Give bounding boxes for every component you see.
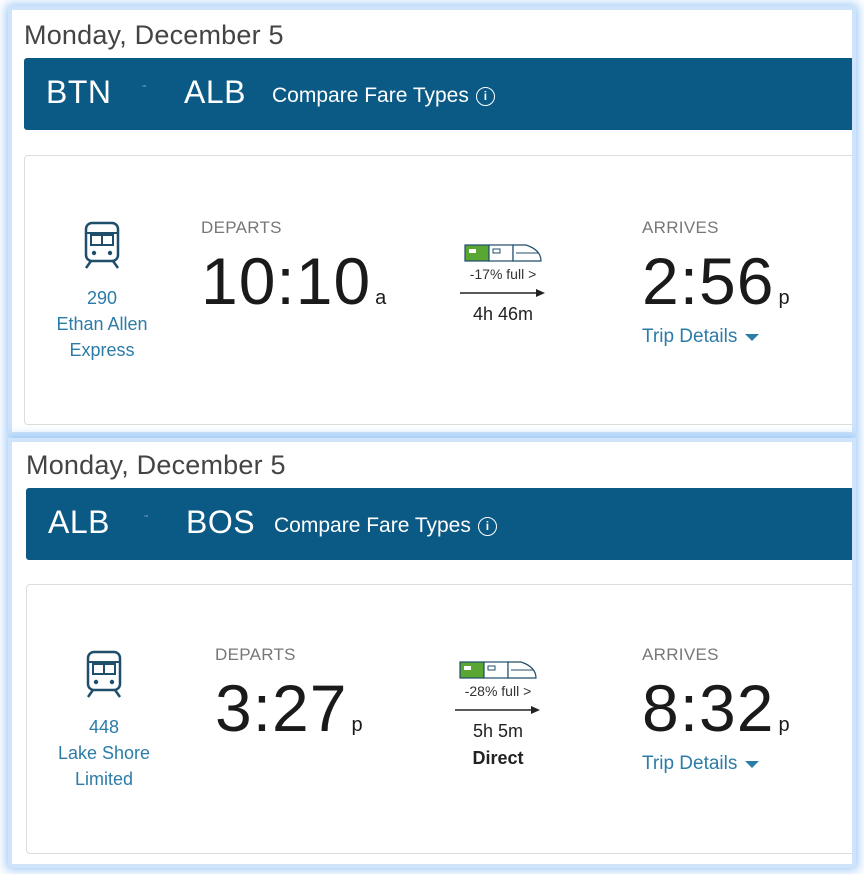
trip-details-label: Trip Details [642,326,738,347]
train-capacity-icon[interactable] [464,244,542,262]
departs-label: DEPARTS [215,645,296,664]
train-capacity-icon[interactable] [459,661,537,679]
travel-date: Monday, December 5 [26,450,286,480]
arrive-time: 2:56 p [642,248,790,314]
arrive-time-value: 8:32 [642,671,775,745]
train-name-line2: Express [69,340,135,360]
train-number: 290 [86,288,118,308]
compare-fare-types-label: Compare Fare Types [274,514,471,537]
travel-date: Monday, December 5 [24,20,284,50]
train-name-line2: Limited [74,769,134,789]
origin-station: ALB [48,504,110,540]
origin-station: BTN [46,74,112,110]
train-card: 290 Ethan Allen Express DEPARTS 10:10 a -… [24,155,852,425]
train-number: 448 [88,717,120,737]
route-header: BTN ALB Compare Fare Types i [24,58,852,130]
trip-summary: -28% full > 5h 5m Direct [443,661,553,769]
caret-down-icon [745,760,760,768]
depart-time-value: 10:10 [201,244,372,318]
depart-ampm: a [375,287,387,309]
compare-fare-types-link[interactable]: Compare Fare Types i [274,514,497,538]
train-card: 448 Lake Shore Limited DEPARTS 3:27 p -28… [26,584,852,854]
info-icon[interactable]: i [477,516,497,536]
trip-summary: -17% full > 4h 46m [448,244,558,325]
info-icon[interactable]: i [475,86,495,106]
destination-station: ALB [184,74,246,110]
train-name-line1: Ethan Allen [56,314,148,334]
depart-ampm: p [351,714,363,736]
train-info[interactable]: 448 Lake Shore Limited [39,650,169,792]
arrow-right-icon [143,515,148,517]
arrow-right-icon [460,289,545,297]
arrow-right-icon [455,706,540,714]
train-icon [86,650,122,698]
compare-fare-types-label: Compare Fare Types [272,84,469,107]
trip-details-toggle[interactable]: Trip Details [642,326,760,348]
depart-time: 10:10 a [201,248,386,314]
trip-duration: 4h 46m [472,304,534,324]
arrive-time: 8:32 p [642,675,790,741]
train-name-line1: Lake Shore [57,743,151,763]
trip-duration: 5h 5m [472,721,524,741]
trip-details-label: Trip Details [642,753,738,774]
train-info[interactable]: 290 Ethan Allen Express [37,221,167,363]
depart-time: 3:27 p [215,675,363,741]
arrow-right-icon [141,85,146,87]
depart-time-value: 3:27 [215,671,348,745]
capacity-text[interactable]: -28% full > [443,683,553,699]
departs-label: DEPARTS [201,218,282,237]
direct-label: Direct [472,748,524,768]
capacity-text[interactable]: -17% full > [448,266,558,282]
compare-fare-types-link[interactable]: Compare Fare Types i [272,84,495,108]
trip-segment-1: Monday, December 5 BTN ALB Compare Fare … [12,10,852,432]
trip-details-toggle[interactable]: Trip Details [642,753,760,775]
arrives-label: ARRIVES [642,645,719,664]
trip-segment-2: Monday, December 5 ALB BOS Compare Fare … [12,442,852,864]
arrive-ampm: p [778,287,790,309]
caret-down-icon [745,333,760,341]
arrive-ampm: p [778,714,790,736]
arrives-label: ARRIVES [642,218,719,237]
destination-station: BOS [186,504,256,540]
route-header: ALB BOS Compare Fare Types i [26,488,852,560]
arrive-time-value: 2:56 [642,244,775,318]
train-icon [84,221,120,269]
